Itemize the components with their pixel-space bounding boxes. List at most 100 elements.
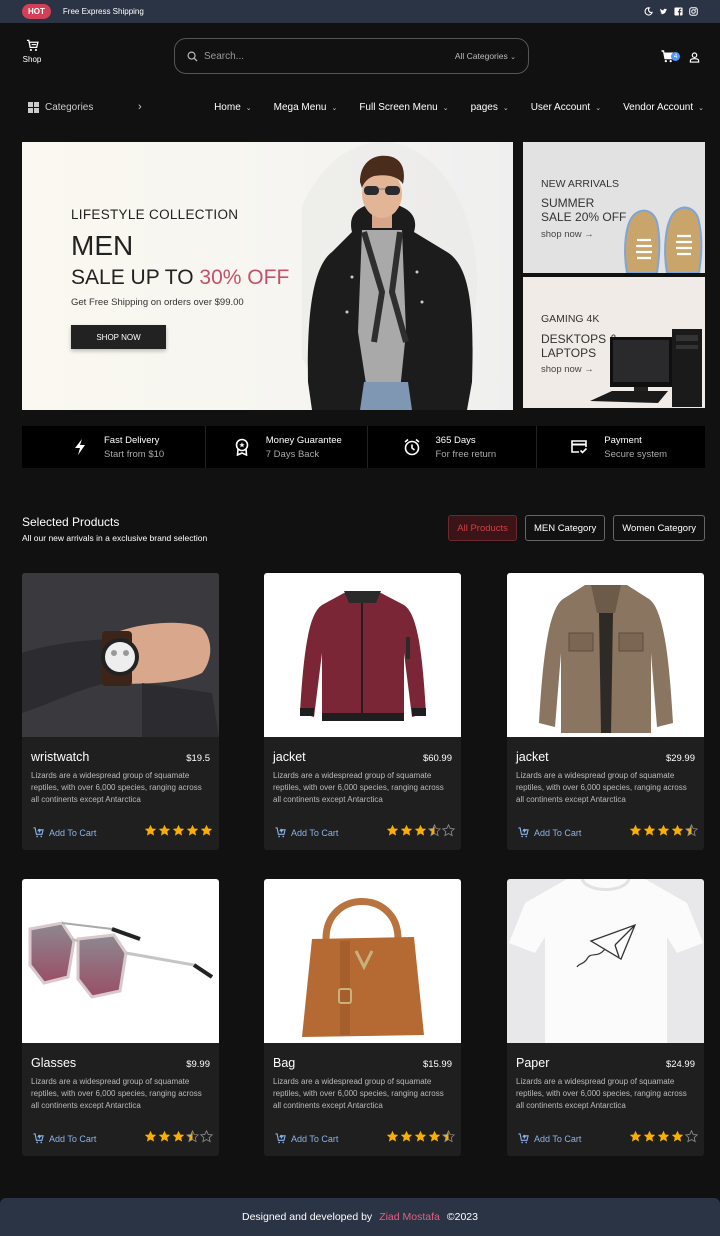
product-price: $29.99 [665, 753, 695, 764]
star-empty-icon [441, 823, 456, 837]
nav-item-vendor-account[interactable]: Vendor Account ⌄ [623, 102, 704, 113]
category-select[interactable]: All Categories ⌄ [455, 51, 516, 61]
side-banner-line2: SALE 20% OFF [541, 210, 627, 224]
instagram-icon[interactable] [689, 7, 698, 16]
add-cart-icon [33, 1133, 44, 1144]
nav-item-full-screen-menu[interactable]: Full Screen Menu ⌄ [359, 102, 448, 113]
nav-item-mega-menu[interactable]: Mega Menu ⌄ [274, 102, 338, 113]
add-cart-icon [275, 1133, 286, 1144]
star-full-icon [144, 1130, 157, 1143]
field-jacket-image [539, 585, 673, 733]
categories-label: Categories [45, 102, 94, 113]
hero-banner: LIFESTYLE COLLECTION MEN SALE UP TO 30% … [22, 142, 513, 410]
filter-men-category[interactable]: MEN Category [524, 515, 606, 541]
categories-button[interactable]: Categories [28, 102, 93, 113]
side-banner-gaming[interactable]: GAMING 4K DESKTOPS & LAPTOPS shop now → [523, 277, 705, 408]
chevron-right-icon[interactable]: › [138, 101, 142, 113]
add-to-cart-label: Add To Cart [49, 827, 97, 838]
nav-item-pages[interactable]: pages ⌄ [471, 102, 509, 113]
feature-title: Money Guarantee [265, 434, 342, 446]
search-input[interactable] [204, 50, 455, 62]
product-name[interactable]: Paper [516, 1056, 549, 1070]
product-image[interactable] [264, 573, 461, 737]
star-full-icon [400, 1130, 413, 1143]
product-description: Lizards are a widespread group of squama… [516, 771, 687, 804]
add-cart-icon [275, 827, 286, 838]
nav-item-label: pages [470, 102, 498, 113]
filter-women-category[interactable]: Women Category [613, 515, 705, 541]
hero-sale-prefix: SALE UP TO [71, 266, 194, 289]
nav-item-user-account[interactable]: User Account ⌄ [531, 102, 601, 113]
product-card[interactable]: Bag $15.99 Lizards are a widespread grou… [264, 879, 461, 1156]
promo-text: Free Express Shipping [62, 7, 144, 16]
product-card[interactable]: Glasses $9.99 Lizards are a widespread g… [22, 879, 219, 1156]
product-price: $19.5 [186, 753, 210, 764]
user-icon[interactable] [689, 51, 700, 63]
product-image[interactable] [22, 573, 219, 737]
add-to-cart-button[interactable]: Add To Cart [518, 827, 581, 838]
wristwatch-image [22, 573, 219, 737]
nav-item-home[interactable]: Home ⌄ [214, 102, 252, 113]
shop-now-button[interactable]: SHOP NOW [71, 325, 166, 349]
product-name[interactable]: wristwatch [31, 750, 89, 764]
hero-subtitle: Get Free Shipping on orders over $99.00 [71, 297, 244, 308]
product-image[interactable] [507, 573, 704, 737]
add-to-cart-button[interactable]: Add To Cart [33, 827, 96, 838]
category-filters: All Products MEN Category Women Category [448, 515, 705, 541]
add-to-cart-button[interactable]: Add To Cart [275, 827, 338, 838]
star-full-icon [414, 824, 427, 837]
star-full-icon [657, 1130, 670, 1143]
product-card[interactable]: jacket $29.99 Lizards are a widespread g… [507, 573, 704, 850]
shop-link[interactable]: Shop [20, 39, 44, 64]
hero-eyebrow: LIFESTYLE COLLECTION [71, 207, 239, 222]
footer: Designed and developed by Ziad Mostafa ©… [0, 1198, 720, 1236]
product-card[interactable]: Paper $24.99 Lizards are a widespread gr… [507, 879, 704, 1156]
credit-card-check-icon [568, 436, 590, 458]
add-cart-icon [518, 827, 529, 838]
product-name[interactable]: jacket [516, 750, 549, 764]
category-select-value: All Categories [454, 51, 508, 61]
handbag-image [302, 898, 424, 1037]
desktop-computer-image [590, 329, 702, 407]
product-image[interactable] [264, 879, 461, 1043]
star-full-icon [172, 824, 185, 837]
star-full-icon [400, 824, 413, 837]
star-half-icon [684, 823, 699, 837]
feature-fast-delivery: Fast Delivery Start from $10 [22, 426, 206, 468]
star-full-icon [386, 824, 399, 837]
section-subtitle: All our new arrivals in a exclusive bran… [22, 533, 208, 543]
add-to-cart-button[interactable]: Add To Cart [33, 1133, 96, 1144]
shop-now-link[interactable]: shop now → [541, 364, 594, 375]
shopping-cart-icon [26, 39, 39, 51]
product-name[interactable]: Glasses [31, 1056, 76, 1070]
twitter-icon[interactable] [659, 7, 668, 16]
product-card[interactable]: wristwatch $19.5 Lizards are a widesprea… [22, 573, 219, 850]
product-image[interactable] [22, 879, 219, 1043]
chevron-down-icon: ⌄ [510, 54, 516, 61]
filter-all-products[interactable]: All Products [448, 515, 517, 541]
feature-payment: Payment Secure system [537, 426, 705, 468]
star-full-icon [158, 824, 171, 837]
facebook-icon[interactable] [674, 7, 683, 16]
add-to-cart-button[interactable]: Add To Cart [275, 1133, 338, 1144]
feature-title: Payment [604, 434, 642, 446]
nav-item-label: Mega Menu [273, 102, 327, 113]
author-link[interactable]: Ziad Mostafa [379, 1211, 440, 1223]
product-name[interactable]: Bag [273, 1056, 295, 1070]
side-banner-summer[interactable]: NEW ARRIVALS SUMMER SALE 20% OFF shop now… [523, 142, 705, 273]
rating-stars [386, 1129, 456, 1143]
product-image[interactable] [507, 879, 704, 1043]
product-card[interactable]: jacket $60.99 Lizards are a widespread g… [264, 573, 461, 850]
star-full-icon [158, 1130, 171, 1143]
moon-icon[interactable] [644, 7, 653, 16]
side-banner-line1: SUMMER [541, 196, 595, 210]
product-description: Lizards are a widespread group of squama… [516, 1077, 687, 1110]
shop-now-link[interactable]: shop now → [541, 229, 594, 240]
side-banner-eyebrow: GAMING 4K [541, 313, 600, 325]
chevron-down-icon: ⌄ [502, 104, 509, 112]
star-half-icon [427, 823, 442, 837]
star-full-icon [172, 1130, 185, 1143]
cart-button[interactable]: 4 [661, 50, 683, 64]
add-to-cart-button[interactable]: Add To Cart [518, 1133, 581, 1144]
product-name[interactable]: jacket [273, 750, 306, 764]
